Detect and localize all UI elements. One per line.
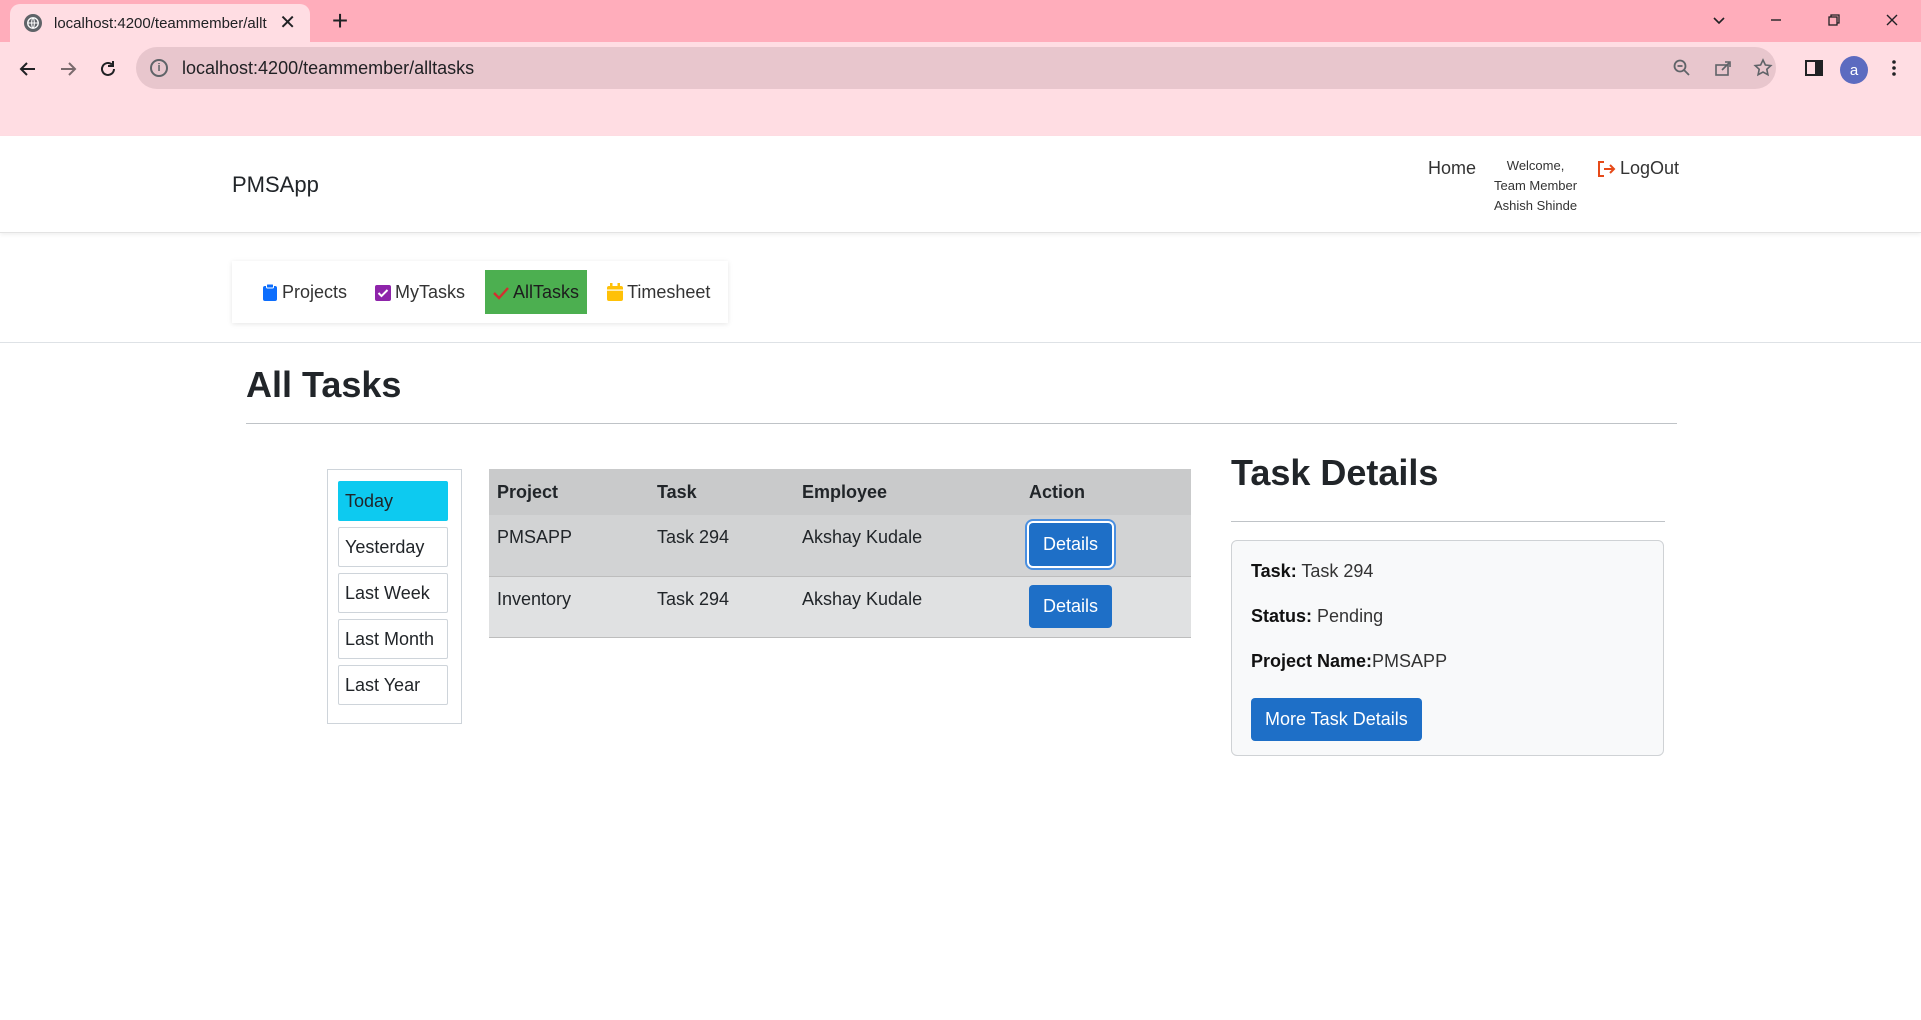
reload-icon[interactable] [91,52,125,86]
tab-alltasks-label: AllTasks [513,281,580,302]
cell-action: Details [1021,515,1191,577]
detail-project-label: Project Name: [1251,651,1373,671]
tab-timesheet[interactable]: Timesheet [599,270,718,314]
share-icon[interactable] [1709,54,1737,82]
tasks-table: Project Task Employee Action PMSAPP Task… [489,469,1191,638]
brand-link[interactable]: PMSApp [232,172,319,198]
detail-task-value: Task 294 [1301,561,1374,581]
address-bar[interactable]: i localhost:4200/teammember/alltasks [136,47,1776,89]
welcome-message: Welcome, Team Member Ashish Shinde [1494,156,1577,216]
new-tab-icon[interactable]: + [325,6,355,36]
divider [1231,521,1665,522]
date-filter-list: Today Yesterday Last Week Last Month Las… [327,469,462,724]
browser-tab[interactable]: localhost:4200/teammember/allt ✕ [10,4,310,42]
restore-icon[interactable] [1805,0,1863,40]
menu-kebab-icon[interactable] [1880,54,1908,82]
detail-task-label: Task: [1251,561,1297,581]
tab-close-icon[interactable]: ✕ [279,13,296,33]
task-details-title: Task Details [1231,452,1439,493]
details-button[interactable]: Details [1029,523,1113,566]
cell-task: Task 294 [649,515,794,577]
tab-mytasks[interactable]: MyTasks [367,270,473,314]
tab-projects[interactable]: Projects [254,270,355,314]
app-header: PMSApp Home Welcome, Team Member Ashish … [0,136,1921,233]
calendar-icon [607,283,624,301]
subnav-band: Projects MyTasks AllTasks Timesheet [0,233,1921,343]
divider [246,423,1677,424]
logout-link[interactable]: LogOut [1596,158,1679,179]
site-info-icon[interactable]: i [150,59,168,77]
zoom-icon[interactable] [1668,54,1696,82]
tab-title: localhost:4200/teammember/allt [54,14,267,32]
detail-task: Task: Task 294 [1251,561,1644,606]
page-title: All Tasks [246,364,402,405]
cell-task: Task 294 [649,576,794,638]
detail-project: Project Name:PMSAPP [1251,651,1644,696]
checkbox-icon [375,285,392,301]
browser-toolbar: i localhost:4200/teammember/alltasks a [0,42,1921,136]
profile-avatar[interactable]: a [1840,56,1868,84]
home-link[interactable]: Home [1428,158,1476,179]
check-icon [493,287,509,300]
back-icon[interactable] [11,52,45,86]
filter-last-month[interactable]: Last Month [338,619,448,659]
tab-projects-label: Projects [282,281,348,302]
cell-project: Inventory [489,576,649,638]
url-text: localhost:4200/teammember/alltasks [182,57,475,78]
details-button[interactable]: Details [1029,584,1113,628]
task-details-card: Task: Task 294 Status: Pending Project N… [1231,540,1664,756]
filter-last-week[interactable]: Last Week [338,573,448,613]
tab-alltasks[interactable]: AllTasks [485,270,588,314]
cell-employee: Akshay Kudale [794,515,1021,577]
cell-project: PMSAPP [489,515,649,577]
detail-project-value: PMSAPP [1372,651,1448,671]
globe-icon [24,14,42,32]
table-header-row: Project Task Employee Action [489,469,1191,515]
tab-timesheet-label: Timesheet [627,281,711,302]
filter-last-year[interactable]: Last Year [338,665,448,705]
column-header-action: Action [1021,469,1191,515]
cell-action: Details [1021,576,1191,638]
forward-icon[interactable] [51,52,85,86]
logout-label: LogOut [1620,158,1680,178]
cell-employee: Akshay Kudale [794,576,1021,638]
clipboard-icon [263,283,277,301]
browser-tabstrip: localhost:4200/teammember/allt ✕ + [0,0,1921,42]
subnav: Projects MyTasks AllTasks Timesheet [232,261,728,323]
detail-status-value: Pending [1317,606,1384,626]
tab-search-icon[interactable] [1690,0,1748,40]
column-header-employee: Employee [794,469,1021,515]
logout-icon [1598,160,1616,177]
close-window-icon[interactable] [1863,0,1921,40]
more-task-details-button[interactable]: More Task Details [1251,698,1422,741]
user-role: Team Member [1494,178,1578,193]
side-panel-icon[interactable] [1800,54,1828,82]
bookmark-star-icon[interactable] [1749,54,1777,82]
table-row: Inventory Task 294 Akshay Kudale Details [489,576,1191,638]
detail-status: Status: Pending [1251,606,1644,651]
table-row: PMSAPP Task 294 Akshay Kudale Details [489,515,1191,577]
column-header-project: Project [489,469,649,515]
detail-status-label: Status: [1251,606,1313,626]
column-header-task: Task [649,469,794,515]
welcome-line: Welcome, [1506,158,1565,173]
filter-yesterday[interactable]: Yesterday [338,527,448,567]
tab-mytasks-label: MyTasks [395,281,466,302]
minimize-icon[interactable] [1747,0,1805,40]
user-name: Ashish Shinde [1494,198,1578,213]
filter-today[interactable]: Today [338,481,448,521]
